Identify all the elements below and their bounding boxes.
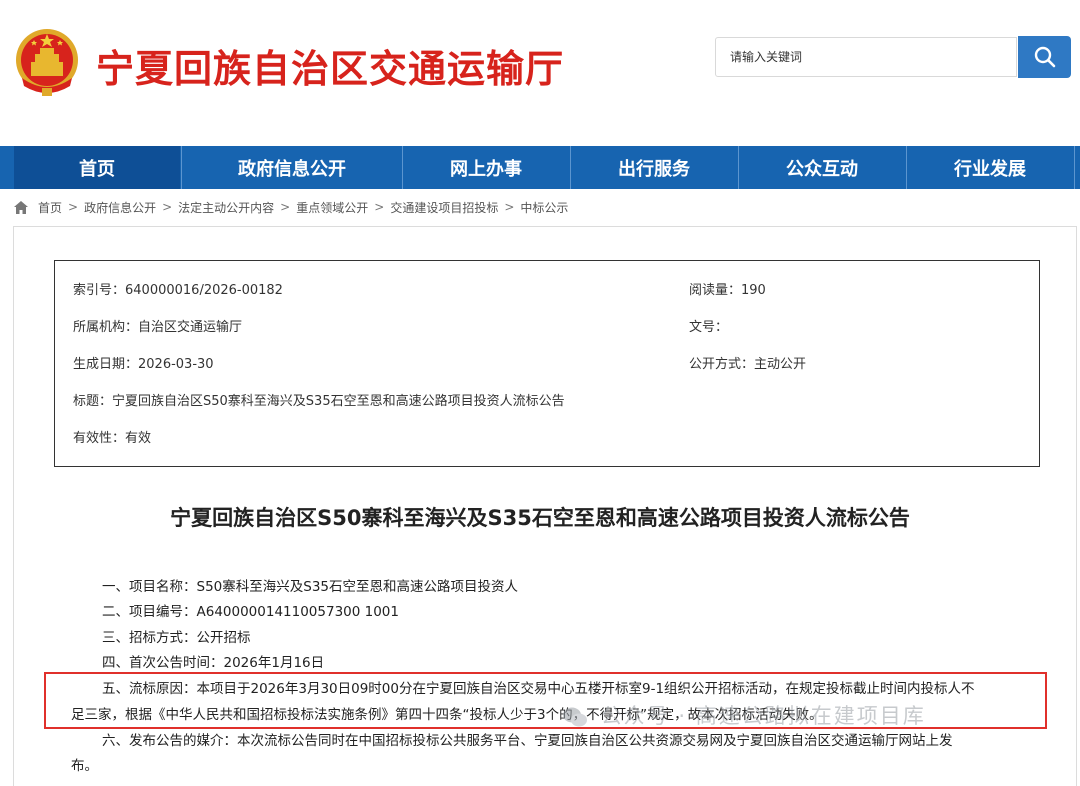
meta-disclosure: 公开方式：主动公开 xyxy=(689,357,807,372)
search-icon xyxy=(1034,46,1055,68)
breadcrumb-home[interactable]: 首页 xyxy=(38,199,62,216)
breadcrumb-separator: > xyxy=(374,200,385,214)
breadcrumb-separator: > xyxy=(280,200,291,214)
metadata-table: 索引号：640000016/2026-00182 阅读量：190 所属机构：自治… xyxy=(54,260,1040,467)
home-icon xyxy=(14,200,28,214)
breadcrumb-separator: > xyxy=(68,200,79,214)
meta-read-count: 阅读量：190 xyxy=(689,283,766,298)
article-paragraph: 三、招标方式：公开招标 xyxy=(102,630,251,646)
watermark: 公众号 · 高速公路拟在建项目库 xyxy=(562,700,926,730)
search-button[interactable] xyxy=(1018,36,1071,78)
article-paragraph: 布。 xyxy=(71,758,98,774)
meta-validity: 有效性：有效 xyxy=(73,431,152,446)
breadcrumb-construction-bidding[interactable]: 交通建设项目招投标 xyxy=(390,199,498,216)
nav-item-industry-development[interactable]: 行业发展 xyxy=(907,146,1073,189)
nav-item-online-services[interactable]: 网上办事 xyxy=(403,146,569,189)
nav-item-travel-services[interactable]: 出行服务 xyxy=(571,146,737,189)
article-paragraph: 四、首次公告时间：2026年1月16日 xyxy=(102,655,325,671)
breadcrumb-award-notice[interactable]: 中标公示 xyxy=(520,199,568,216)
wechat-icon xyxy=(563,707,587,727)
breadcrumb-separator: > xyxy=(162,200,173,214)
meta-title: 标题：宁夏回族自治区S50寨科至海兴及S35石空至恩和高速公路项目投资人流标公告 xyxy=(73,394,565,409)
meta-date: 生成日期：2026-03-30 xyxy=(73,357,214,372)
breadcrumb-gov-info[interactable]: 政府信息公开 xyxy=(84,199,156,216)
article-title: 宁夏回族自治区S50寨科至海兴及S35石空至恩和高速公路项目投资人流标公告 xyxy=(170,506,910,530)
nav-item-home[interactable]: 首页 xyxy=(14,146,180,189)
nav-item-public-interaction[interactable]: 公众互动 xyxy=(739,146,905,189)
search-box[interactable] xyxy=(715,37,1017,77)
breadcrumb-key-areas[interactable]: 重点领域公开 xyxy=(296,199,368,216)
meta-doc-no: 文号： xyxy=(689,320,729,335)
breadcrumb: 首页 > 政府信息公开 > 法定主动公开内容 > 重点领域公开 > 交通建设项目… xyxy=(14,198,568,216)
breadcrumb-separator: > xyxy=(504,200,515,214)
watermark-text: 公众号 · 高速公路拟在建项目库 xyxy=(600,704,926,728)
article-paragraph: 一、项目名称：S50寨科至海兴及S35石空至恩和高速公路项目投资人 xyxy=(102,579,518,595)
article-paragraph: 六、发布公告的媒介：本次流标公告同时在中国招标投标公共服务平台、宁夏回族自治区公… xyxy=(102,733,953,749)
site-header: 宁夏回族自治区交通运输厅 xyxy=(0,0,1080,146)
nav-item-gov-info[interactable]: 政府信息公开 xyxy=(182,146,402,189)
breadcrumb-statutory[interactable]: 法定主动公开内容 xyxy=(178,199,274,216)
national-emblem-icon xyxy=(16,29,78,96)
meta-index-no: 索引号：640000016/2026-00182 xyxy=(73,283,283,298)
article-paragraph: 二、项目编号：A640000014110057300 1001 xyxy=(102,604,399,620)
meta-agency: 所属机构：自治区交通运输厅 xyxy=(73,320,243,335)
nav-divider xyxy=(1074,146,1075,189)
search-input[interactable] xyxy=(716,38,1016,76)
site-title: 宁夏回族自治区交通运输厅 xyxy=(96,47,565,91)
main-nav: 首页 政府信息公开 网上办事 出行服务 公众互动 行业发展 xyxy=(0,146,1080,189)
